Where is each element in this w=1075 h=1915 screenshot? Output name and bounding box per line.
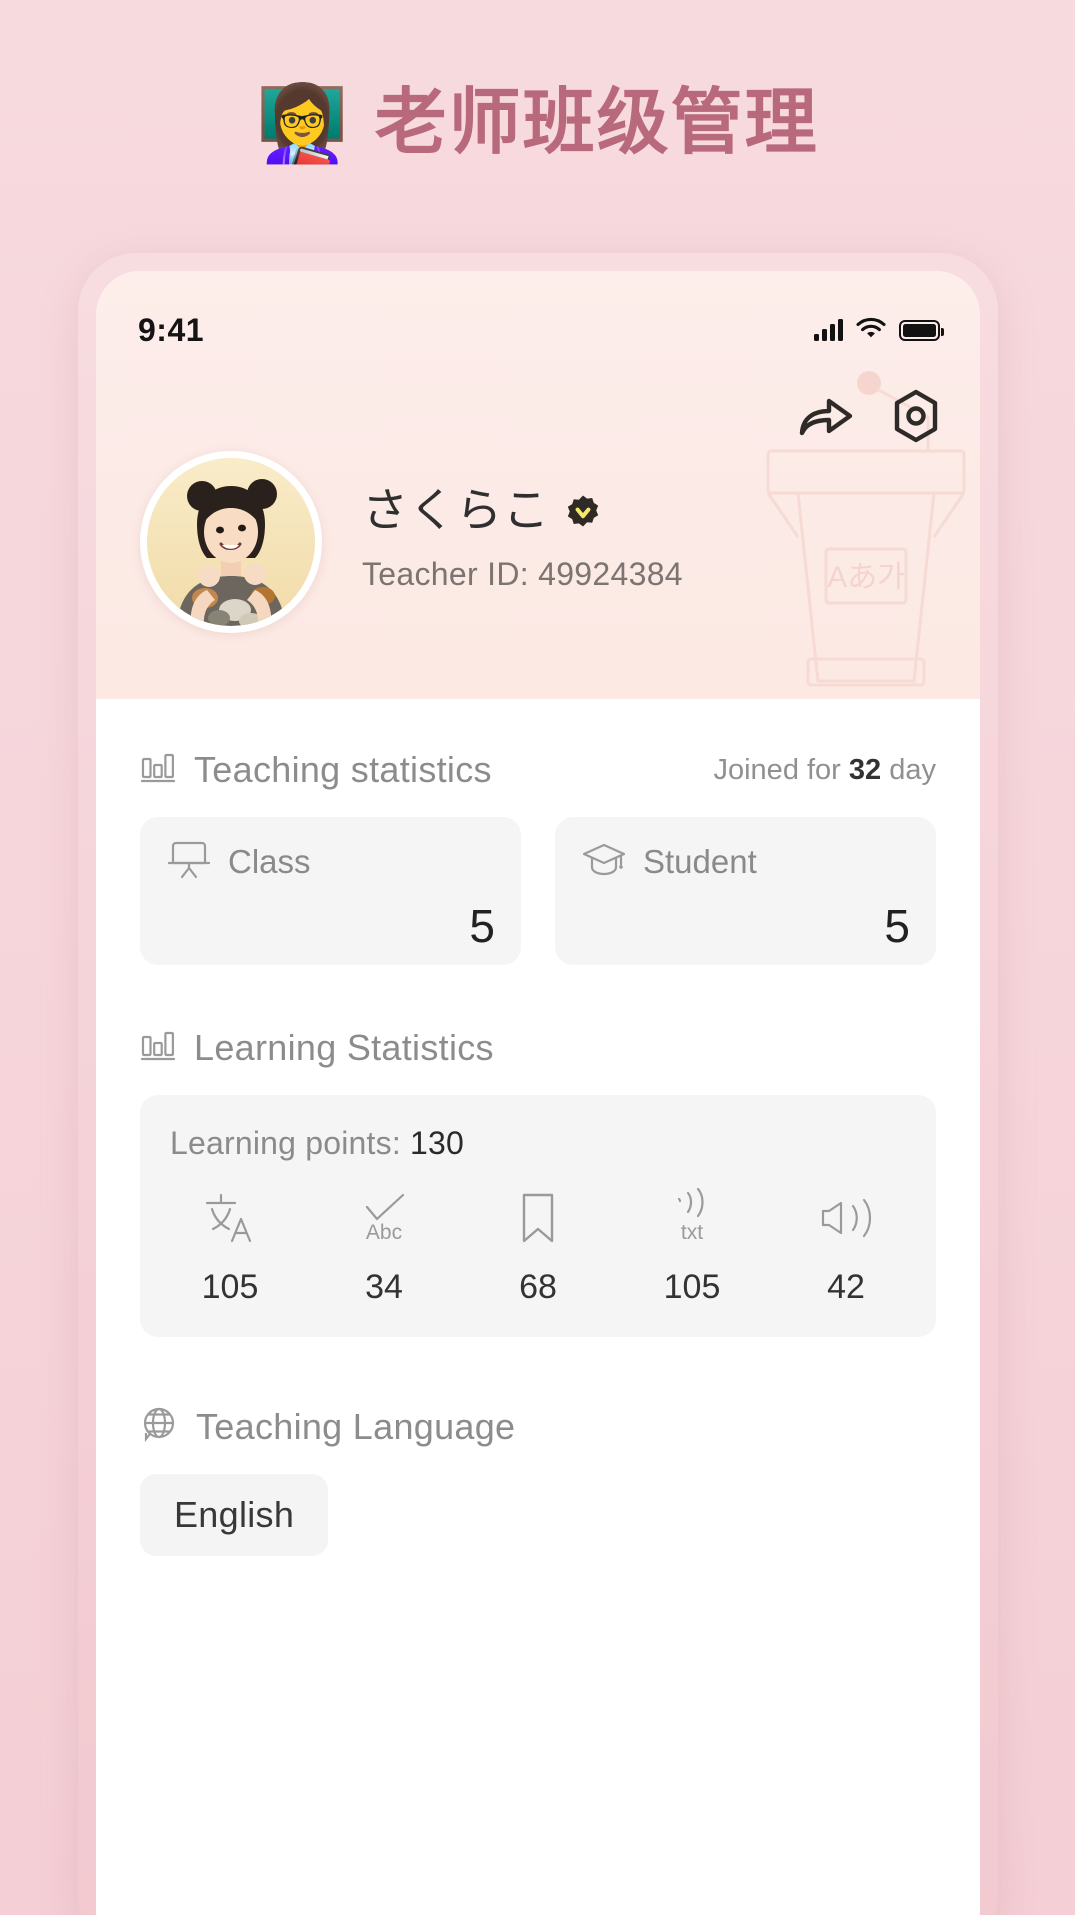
profile-name: さくらこ bbox=[362, 484, 550, 537]
cellular-signal-icon bbox=[814, 319, 843, 341]
stat-card-class-label: Class bbox=[228, 842, 311, 880]
learning-item-spellcheck-value: 34 bbox=[365, 1268, 403, 1306]
text-to-speech-txt-icon: txt bbox=[661, 1186, 723, 1250]
stat-card-student-label: Student bbox=[643, 842, 757, 880]
learning-item-bookmark[interactable]: 68 bbox=[490, 1186, 586, 1307]
learning-points-label: Learning points: bbox=[170, 1125, 411, 1161]
joined-prefix: Joined for bbox=[713, 753, 849, 786]
learning-item-text-to-speech[interactable]: txt 105 bbox=[644, 1186, 740, 1307]
learning-item-text-to-speech-value: 105 bbox=[663, 1268, 721, 1306]
profile-content: Teaching statistics Joined for 32 day Cl… bbox=[96, 699, 980, 1915]
translate-icon bbox=[199, 1186, 261, 1250]
learning-item-translate-value: 105 bbox=[201, 1268, 259, 1306]
joined-days-value: 32 bbox=[848, 753, 882, 786]
teaching-statistics-header: Teaching statistics Joined for 32 day bbox=[140, 749, 936, 791]
spellcheck-abc-icon: Abc bbox=[353, 1186, 415, 1250]
bar-chart-icon bbox=[140, 751, 176, 790]
teaching-statistics-title-group: Teaching statistics bbox=[140, 749, 492, 791]
learning-item-spellcheck[interactable]: Abc 34 bbox=[336, 1186, 432, 1307]
learning-item-speaker-value: 42 bbox=[827, 1268, 865, 1306]
joined-days-note: Joined for 32 day bbox=[713, 754, 936, 787]
settings-button[interactable] bbox=[890, 389, 942, 443]
teaching-language-chips: English bbox=[140, 1474, 936, 1556]
header-actions bbox=[798, 389, 942, 443]
learning-statistics-box: Learning points: 130 105 Abc 34 68 txt 1… bbox=[140, 1095, 936, 1337]
svg-text:txt: txt bbox=[681, 1221, 703, 1244]
page-header: 👩‍🏫 老师班级管理 bbox=[0, 81, 1075, 165]
podium-text: Aあ가 bbox=[827, 561, 905, 594]
profile-row: さくらこ Teacher ID: 49924384 bbox=[140, 451, 683, 633]
phone-screen: 9:41 Aあ가 さくらこ Teacher ID: 49924384 Teach… bbox=[96, 271, 980, 1915]
language-chip-english[interactable]: English bbox=[140, 1474, 329, 1556]
phone-frame: 9:41 Aあ가 さくらこ Teacher ID: 49924384 Teach… bbox=[78, 253, 998, 1915]
bookmark-icon bbox=[507, 1186, 569, 1250]
profile-name-line: さくらこ bbox=[362, 485, 683, 536]
share-button[interactable] bbox=[798, 393, 854, 439]
speaker-volume-icon bbox=[815, 1186, 877, 1250]
user-avatar-photo bbox=[147, 458, 315, 626]
graduation-cap-icon bbox=[581, 837, 627, 886]
stat-card-student[interactable]: Student 5 bbox=[555, 817, 936, 965]
learning-item-speaker[interactable]: 42 bbox=[798, 1186, 894, 1307]
bar-chart-icon bbox=[140, 1029, 176, 1068]
teacher-id: Teacher ID: 49924384 bbox=[362, 555, 683, 592]
stat-card-class[interactable]: Class 5 bbox=[140, 817, 521, 965]
learning-statistics-header: Learning Statistics bbox=[140, 1027, 936, 1069]
globe-icon bbox=[140, 1405, 178, 1448]
teaching-language-title-group: Teaching Language bbox=[140, 1405, 515, 1448]
joined-suffix: day bbox=[881, 753, 936, 786]
status-bar: 9:41 bbox=[96, 271, 980, 367]
page-title: 老师班级管理 bbox=[374, 83, 819, 163]
battery-icon bbox=[899, 319, 944, 341]
stat-card-student-header: Student bbox=[581, 837, 910, 886]
stat-card-class-value: 5 bbox=[469, 900, 495, 952]
learning-points-value: 130 bbox=[410, 1125, 465, 1161]
wifi-icon bbox=[856, 317, 886, 344]
teaching-stat-cards: Class 5 Student 5 bbox=[140, 817, 936, 965]
status-bar-icons bbox=[814, 317, 944, 344]
teaching-language-title: Teaching Language bbox=[196, 1405, 516, 1447]
avatar[interactable] bbox=[140, 451, 322, 633]
learning-statistics-title-group: Learning Statistics bbox=[140, 1027, 494, 1069]
profile-meta: さくらこ Teacher ID: 49924384 bbox=[362, 485, 683, 599]
teaching-language-header: Teaching Language bbox=[140, 1405, 936, 1448]
stat-card-student-value: 5 bbox=[884, 900, 910, 952]
learning-items: 105 Abc 34 68 txt 105 42 bbox=[170, 1186, 906, 1307]
svg-text:Abc: Abc bbox=[366, 1221, 402, 1244]
status-bar-time: 9:41 bbox=[138, 311, 205, 348]
learning-statistics-title: Learning Statistics bbox=[194, 1027, 494, 1068]
learning-points-row: Learning points: 130 bbox=[170, 1125, 906, 1162]
learning-item-translate[interactable]: 105 bbox=[182, 1186, 278, 1307]
teacher-emoji: 👩‍🏫 bbox=[256, 81, 349, 165]
teaching-statistics-title: Teaching statistics bbox=[194, 749, 492, 790]
whiteboard-icon bbox=[166, 837, 212, 886]
learning-item-bookmark-value: 68 bbox=[519, 1268, 557, 1306]
stat-card-class-header: Class bbox=[166, 837, 495, 886]
profile-header-panel: 9:41 Aあ가 さくらこ Teacher ID: 49924384 bbox=[96, 271, 980, 699]
page-root: 👩‍🏫 老师班级管理 9:41 bbox=[0, 0, 1075, 1915]
verified-rosette-icon bbox=[566, 494, 600, 528]
